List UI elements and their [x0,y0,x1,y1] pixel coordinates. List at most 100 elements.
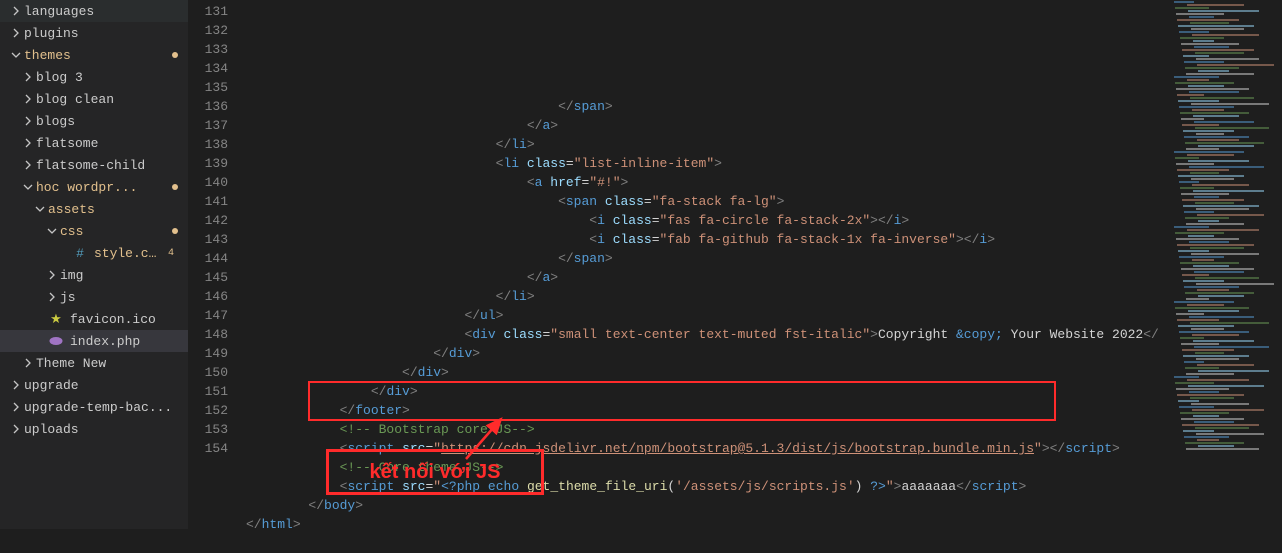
tree-item-upgrade[interactable]: upgrade [0,374,188,396]
tree-item-languages[interactable]: languages [0,0,188,22]
tree-item-style-css[interactable]: #style.css4 [0,242,188,264]
tree-item-blogs[interactable]: blogs [0,110,188,132]
chevron-right-icon[interactable] [20,135,36,151]
code-line[interactable]: <script src="<?php echo get_theme_file_u… [246,477,1172,496]
tree-item-uploads[interactable]: uploads [0,418,188,440]
line-number: 144 [188,249,228,268]
favicon-icon: ★ [48,311,64,327]
line-number: 153 [188,420,228,439]
line-number: 147 [188,306,228,325]
tree-label: uploads [24,422,79,437]
code-line[interactable]: </html> [246,515,1172,534]
tree-item-img[interactable]: img [0,264,188,286]
tree-label: blogs [36,114,75,129]
code-line[interactable]: <div class="small text-center text-muted… [246,325,1172,344]
code-line[interactable]: <a href="#!"> [246,173,1172,192]
code-line[interactable]: <!-- Core theme JS--> [246,458,1172,477]
code-line[interactable]: <span class="fa-stack fa-lg"> [246,192,1172,211]
tree-item-js[interactable]: js [0,286,188,308]
line-number: 141 [188,192,228,211]
tree-label: assets [48,202,95,217]
chevron-right-icon[interactable] [20,69,36,85]
tree-item-assets[interactable]: assets [0,198,188,220]
file-explorer[interactable]: languages plugins themes blog 3 blog clean bl… [0,0,188,529]
tree-label: style.css [94,246,164,261]
line-number: 145 [188,268,228,287]
code-line[interactable]: <li class="list-inline-item"> [246,154,1172,173]
chevron-down-icon[interactable] [8,47,24,63]
chevron-right-icon[interactable] [8,3,24,19]
chevron-right-icon[interactable] [20,355,36,371]
code-editor[interactable]: 1311321331341351361371381391401411421431… [188,0,1282,529]
code-line[interactable]: </div> [246,344,1172,363]
line-number: 135 [188,78,228,97]
code-line[interactable]: </div> [246,382,1172,401]
code-line[interactable]: <!-- Bootstrap core JS--> [246,420,1172,439]
code-line[interactable]: </div> [246,363,1172,382]
code-line[interactable]: </footer> [246,401,1172,420]
tree-label: blog clean [36,92,114,107]
tree-label: hoc wordpr... [36,180,137,195]
line-number: 132 [188,21,228,40]
tree-label: blog 3 [36,70,83,85]
chevron-down-icon[interactable] [32,201,48,217]
chevron-right-icon[interactable] [44,289,60,305]
tree-item-index-php[interactable]: index.php [0,330,188,352]
tree-item-flatsome-child[interactable]: flatsome-child [0,154,188,176]
tree-item-blog-3[interactable]: blog 3 [0,66,188,88]
code-line[interactable]: </li> [246,135,1172,154]
code-line[interactable]: </span> [246,249,1172,268]
line-number: 154 [188,439,228,458]
chevron-right-icon[interactable] [20,91,36,107]
php-file-icon [48,333,64,349]
tree-label: plugins [24,26,79,41]
chevron-right-icon[interactable] [8,399,24,415]
tree-label: upgrade [24,378,79,393]
chevron-right-icon[interactable] [20,157,36,173]
line-number: 151 [188,382,228,401]
chevron-right-icon[interactable] [8,25,24,41]
code-content[interactable]: kết nối với JS </span> </a> </li> <li cl… [246,0,1172,529]
chevron-down-icon[interactable] [44,223,60,239]
code-line[interactable]: </a> [246,116,1172,135]
code-line[interactable]: </a> [246,268,1172,287]
line-number: 152 [188,401,228,420]
code-line[interactable]: </body> [246,496,1172,515]
tree-item-theme-new[interactable]: Theme New [0,352,188,374]
tree-label: languages [24,4,94,19]
tree-label: Theme New [36,356,106,371]
chevron-right-icon[interactable] [20,113,36,129]
code-line[interactable]: </li> [246,287,1172,306]
spacer [32,333,48,349]
code-line[interactable] [246,534,1172,553]
chevron-right-icon[interactable] [8,421,24,437]
css-file-icon: # [72,245,88,261]
tree-item-favicon-ico[interactable]: ★favicon.ico [0,308,188,330]
code-line[interactable]: <script src="https://cdn.jsdelivr.net/np… [246,439,1172,458]
line-number: 140 [188,173,228,192]
tree-label: img [60,268,83,283]
tree-item-hoc-wordpr-[interactable]: hoc wordpr... [0,176,188,198]
tree-item-upgrade-temp-bac-[interactable]: upgrade-temp-bac... [0,396,188,418]
line-number: 149 [188,344,228,363]
chevron-right-icon[interactable] [8,377,24,393]
code-line[interactable]: <i class="fab fa-github fa-stack-1x fa-i… [246,230,1172,249]
code-line[interactable]: <i class="fas fa-circle fa-stack-2x"></i… [246,211,1172,230]
line-number: 138 [188,135,228,154]
tree-label: css [60,224,83,239]
line-number: 142 [188,211,228,230]
tree-item-flatsome[interactable]: flatsome [0,132,188,154]
tree-item-css[interactable]: css [0,220,188,242]
tree-label: flatsome-child [36,158,145,173]
tree-item-plugins[interactable]: plugins [0,22,188,44]
code-line[interactable]: </span> [246,97,1172,116]
code-line[interactable]: </ul> [246,306,1172,325]
chevron-right-icon[interactable] [44,267,60,283]
line-number: 134 [188,59,228,78]
tree-item-blog-clean[interactable]: blog clean [0,88,188,110]
tree-item-themes[interactable]: themes [0,44,188,66]
minimap[interactable] [1172,0,1282,529]
chevron-down-icon[interactable] [20,179,36,195]
modified-dot-icon [172,184,178,190]
tree-label: js [60,290,76,305]
